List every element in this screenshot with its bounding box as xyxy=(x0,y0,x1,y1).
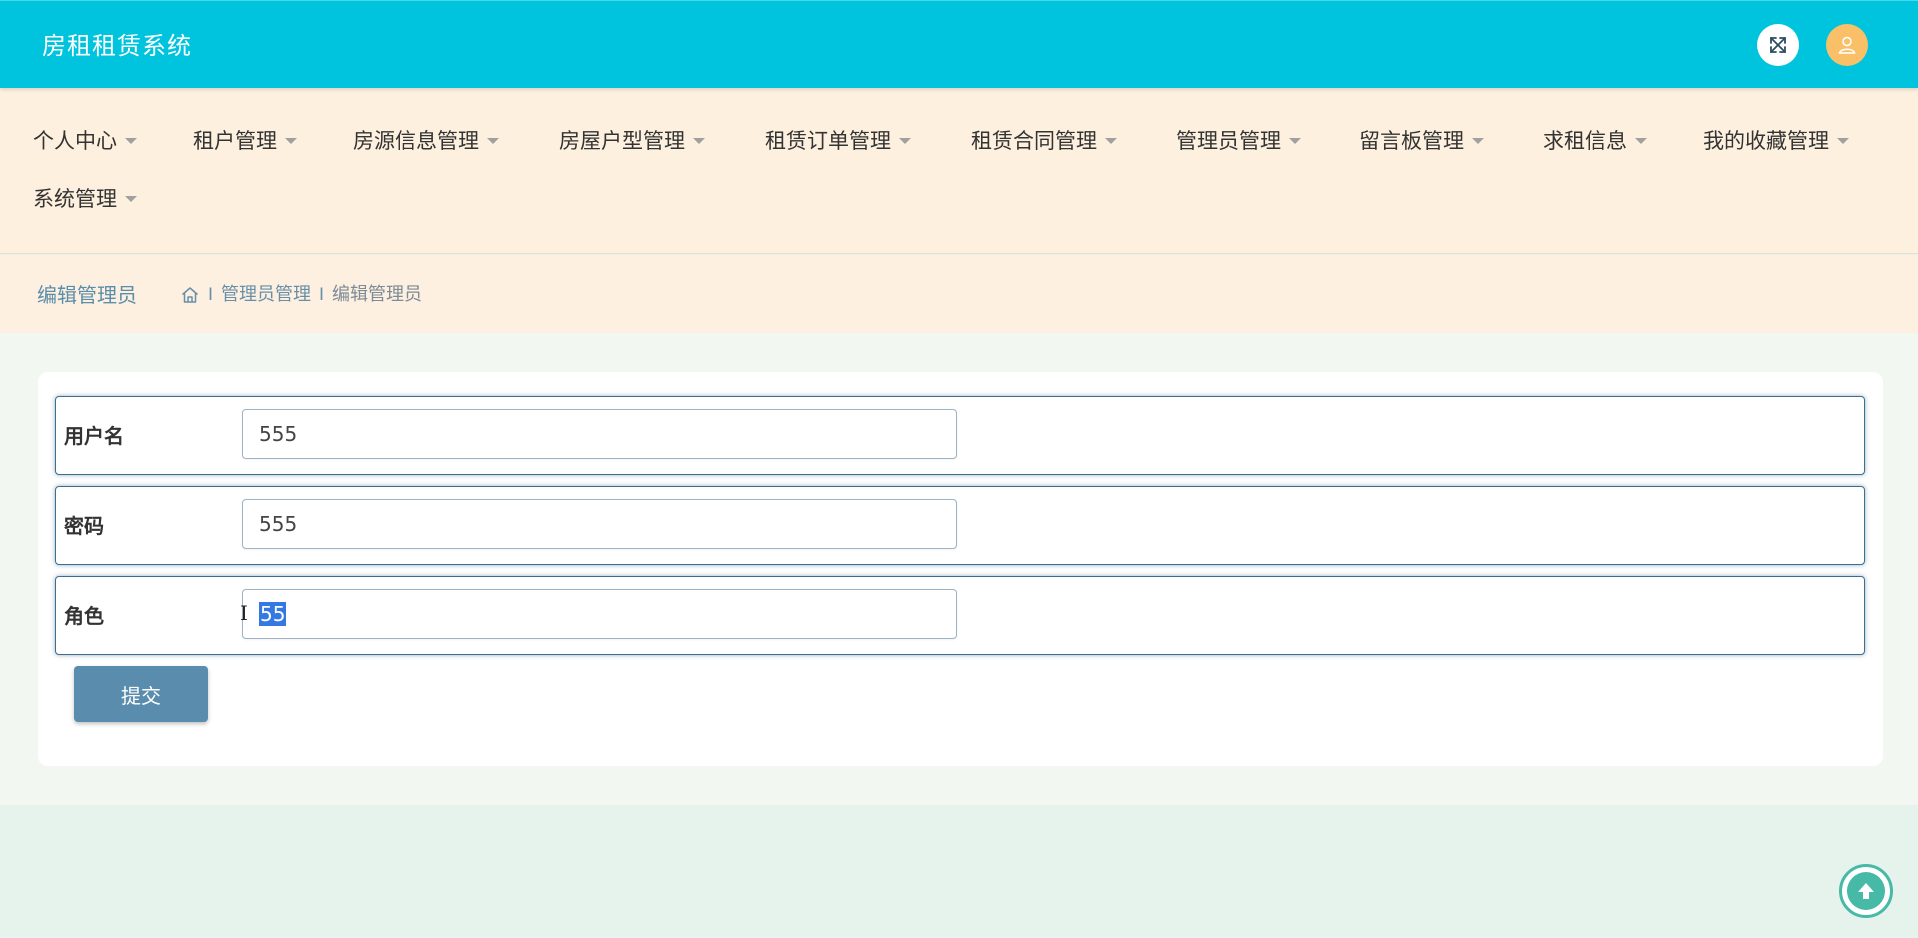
breadcrumb: I 管理员管理 I 编辑管理员 xyxy=(180,282,422,308)
caret-down-icon xyxy=(1837,138,1849,144)
caret-down-icon xyxy=(125,196,137,202)
caret-down-icon xyxy=(487,138,499,144)
nav-item-label: 我的收藏管理 xyxy=(1703,129,1829,153)
nav-item-message-board-management[interactable]: 留言板管理 xyxy=(1359,126,1484,156)
nav-item-rental-contract-management[interactable]: 租赁合同管理 xyxy=(971,126,1117,156)
nav-item-system-management[interactable]: 系统管理 xyxy=(33,184,137,214)
nav-item-admin-management[interactable]: 管理员管理 xyxy=(1176,126,1301,156)
nav-item-label: 租户管理 xyxy=(193,129,277,153)
expand-arrows-icon xyxy=(1770,37,1786,53)
form-row-role: 角色 55 I xyxy=(55,576,1865,655)
home-icon[interactable] xyxy=(180,285,200,305)
nav-item-label: 求租信息 xyxy=(1543,129,1627,153)
nav-item-label: 留言板管理 xyxy=(1359,129,1464,153)
top-header: 房租租赁系统 xyxy=(0,0,1918,88)
nav-item-tenant-management[interactable]: 租户管理 xyxy=(193,126,297,156)
nav-item-my-favorites-management[interactable]: 我的收藏管理 xyxy=(1703,126,1849,156)
form-row-password: 密码 555 xyxy=(55,486,1865,565)
caret-down-icon xyxy=(899,138,911,144)
caret-down-icon xyxy=(1105,138,1117,144)
breadcrumb-item-admin-management[interactable]: 管理员管理 xyxy=(221,282,311,308)
scroll-to-top-button[interactable] xyxy=(1839,864,1893,918)
arrow-up-icon xyxy=(1847,872,1885,910)
role-input[interactable]: 55 xyxy=(242,589,957,639)
nav-item-rental-order-management[interactable]: 租赁订单管理 xyxy=(765,126,911,156)
username-value: 555 xyxy=(259,422,298,446)
nav-item-room-type-management[interactable]: 房屋户型管理 xyxy=(559,126,705,156)
page-title: 编辑管理员 xyxy=(37,283,137,307)
username-label: 用户名 xyxy=(64,424,124,448)
caret-down-icon xyxy=(693,138,705,144)
fullscreen-button[interactable] xyxy=(1757,24,1799,66)
breadcrumb-separator: I xyxy=(208,285,214,305)
breadcrumb-bar: 编辑管理员 I 管理员管理 I 编辑管理员 xyxy=(0,255,1918,333)
user-icon xyxy=(1838,36,1856,54)
breadcrumb-separator: I xyxy=(319,285,325,305)
caret-down-icon xyxy=(1289,138,1301,144)
user-avatar-button[interactable] xyxy=(1826,24,1868,66)
nav-item-label: 管理员管理 xyxy=(1176,129,1281,153)
form-row-username: 用户名 555 xyxy=(55,396,1865,475)
text-cursor-icon: I xyxy=(240,601,248,625)
caret-down-icon xyxy=(1635,138,1647,144)
nav-item-label: 租赁订单管理 xyxy=(765,129,891,153)
password-input[interactable]: 555 xyxy=(242,499,957,549)
nav-item-label: 个人中心 xyxy=(33,129,117,153)
role-label: 角色 xyxy=(64,604,104,628)
app-title: 房租租赁系统 xyxy=(42,32,192,60)
nav-item-label: 房源信息管理 xyxy=(353,129,479,153)
nav-item-label: 系统管理 xyxy=(33,187,117,211)
nav-item-personal-center[interactable]: 个人中心 xyxy=(33,126,137,156)
role-value-selected: 55 xyxy=(259,602,287,626)
caret-down-icon xyxy=(125,138,137,144)
breadcrumb-item-current: 编辑管理员 xyxy=(332,284,423,305)
caret-down-icon xyxy=(285,138,297,144)
nav-item-label: 租赁合同管理 xyxy=(971,129,1097,153)
nav-item-label: 房屋户型管理 xyxy=(559,129,685,153)
nav-item-rent-seeking-info[interactable]: 求租信息 xyxy=(1543,126,1647,156)
main-nav: 个人中心 租户管理 房源信息管理 房屋户型管理 租赁订单管理 租赁合同管理 管理… xyxy=(0,88,1918,254)
password-value: 555 xyxy=(259,512,298,536)
username-input[interactable]: 555 xyxy=(242,409,957,459)
nav-item-property-info-management[interactable]: 房源信息管理 xyxy=(353,126,499,156)
caret-down-icon xyxy=(1472,138,1484,144)
password-label: 密码 xyxy=(64,514,104,538)
submit-button[interactable]: 提交 xyxy=(74,666,208,722)
